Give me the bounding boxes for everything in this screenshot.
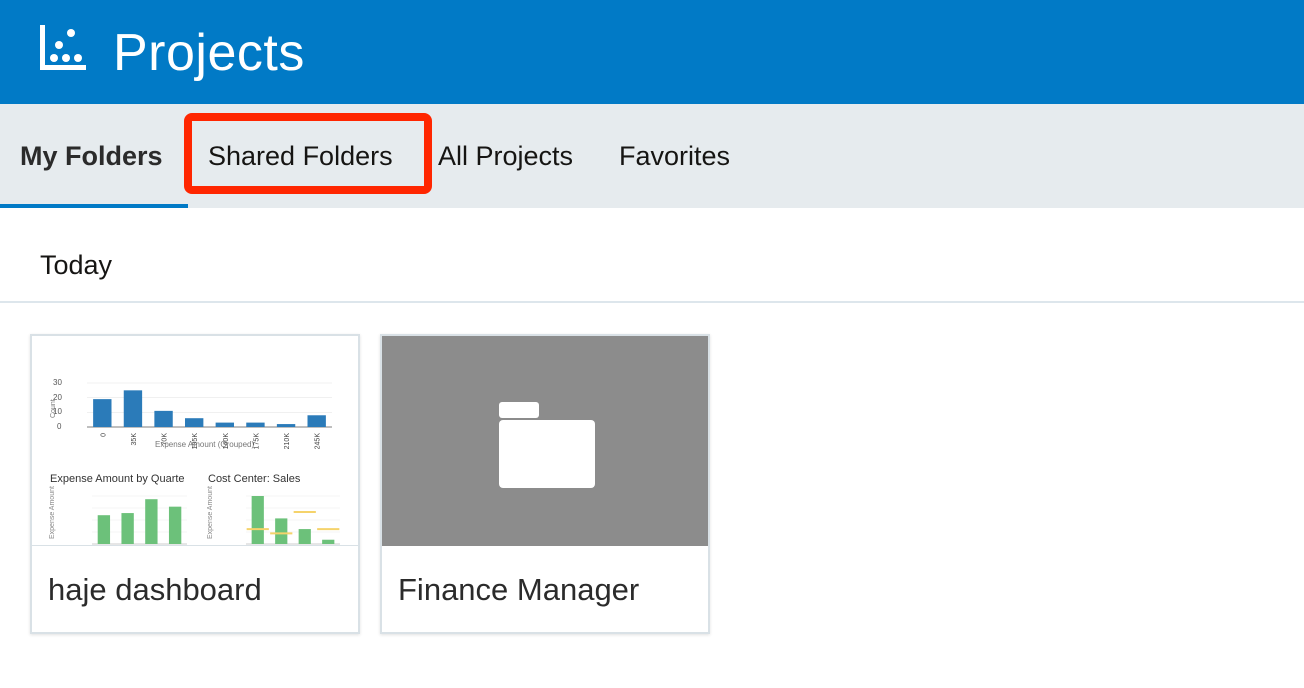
section-divider	[0, 301, 1304, 303]
chart-bar	[307, 415, 326, 427]
section-heading-today: Today	[40, 250, 113, 280]
y-axis-label: Expense Amount	[207, 486, 214, 539]
chart-bar	[154, 410, 173, 427]
x-tick-label: 0	[100, 433, 107, 437]
chart-bar	[121, 513, 134, 544]
chart-bar	[275, 518, 288, 544]
chart-logo-icon[interactable]	[40, 25, 88, 71]
x-tick-label: 245K	[315, 433, 322, 450]
dashboard-thumbnail: 30 20 10 0 Count 0 35K 70K 105K 140K 175K 210K…	[32, 336, 358, 546]
chart-bar	[215, 422, 234, 427]
active-tab-indicator	[0, 204, 188, 208]
chart-title: Expense Amount by Quarte	[50, 473, 185, 485]
chart-bar	[123, 390, 143, 427]
x-tick-label: 35K	[131, 433, 138, 446]
folder-icon	[499, 402, 595, 488]
y-axis-label: Count	[50, 399, 57, 418]
chart-bar	[185, 418, 204, 427]
chart-title: Cost Center: Sales	[208, 473, 301, 485]
tab-bar: My Folders Shared Folders All Projects F…	[0, 104, 1304, 208]
chart-bar	[168, 506, 182, 544]
chart-bar	[145, 499, 158, 544]
x-axis-label: Expense Amount (Grouped)	[155, 440, 255, 449]
tab-my-folders[interactable]: My Folders	[20, 104, 163, 208]
chart-bar	[298, 529, 311, 544]
chart-bar	[246, 422, 265, 427]
y-tick-label: 30	[53, 378, 62, 387]
folder-thumbnail	[382, 336, 708, 546]
chart-bar	[93, 399, 112, 427]
project-title: haje dashboard	[48, 572, 262, 607]
project-title: Finance Manager	[398, 572, 640, 607]
x-tick-label: 210K	[284, 433, 291, 450]
app-header: Projects	[0, 0, 1304, 104]
chart-bar	[97, 515, 111, 544]
y-axis-label: Expense Amount	[49, 486, 56, 539]
chart-bar	[251, 496, 264, 544]
tab-favorites[interactable]: Favorites	[619, 104, 730, 208]
page-title: Projects	[113, 24, 305, 82]
project-card-haje-dashboard[interactable]: 30 20 10 0 Count 0 35K 70K 105K 140K 175K 210K…	[30, 334, 360, 634]
tab-all-projects[interactable]: All Projects	[438, 104, 573, 208]
chart-bar	[322, 539, 335, 544]
dashboard-thumbnail-charts: 30 20 10 0 Count 0 35K 70K 105K 140K 175K 210K…	[32, 378, 358, 546]
y-tick-label: 0	[57, 422, 62, 431]
project-card-finance-manager[interactable]: Finance Manager	[380, 334, 710, 634]
tab-shared-folders[interactable]: Shared Folders	[208, 104, 393, 208]
chart-bar	[276, 424, 296, 427]
x-tick-label: 175K	[253, 433, 260, 450]
